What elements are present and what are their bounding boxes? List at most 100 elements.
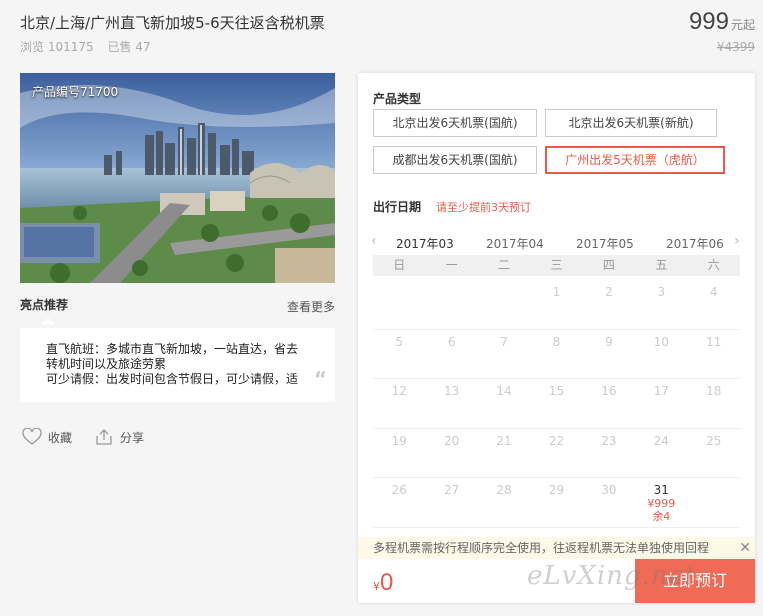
calendar-day [688, 478, 740, 527]
calendar-day: 29 [548, 483, 565, 497]
highlight-line: 转机时间以及旅途劳累 [46, 357, 167, 371]
calendar-week: 5 6 7 8 9 10 11 [373, 330, 740, 379]
calendar-day: 15 [548, 384, 565, 398]
next-month-icon[interactable]: › [734, 233, 740, 249]
month-tab[interactable]: 2017年03 [396, 235, 454, 252]
calendar-day: 9 [605, 334, 613, 349]
calendar-day: 2 [605, 285, 613, 299]
weekday: 日 [393, 258, 406, 272]
product-option[interactable]: 成都出发6天机票(国航) [373, 146, 537, 174]
calendar-day: 11 [706, 334, 722, 349]
view-more-link[interactable]: 查看更多 [287, 298, 335, 315]
calendar-day [373, 280, 425, 329]
view-count: 浏览 101175 [20, 40, 94, 54]
calendar-day: 28 [496, 483, 512, 497]
product-photo[interactable]: 产品编号71700 [20, 73, 335, 283]
highlights-label: 亮点推荐 [20, 298, 69, 312]
price-value: 999 [688, 8, 729, 35]
highlights-box: 直飞航班：多城市直飞新加坡，一站直达，省去 转机时间以及旅途劳累 可少请假：出发… [20, 328, 335, 402]
calendar-day: 25 [706, 433, 722, 448]
share-icon [96, 429, 112, 445]
action-bar: 收藏 分享 [22, 428, 144, 446]
calendar-day: 20 [443, 433, 460, 448]
day-number: 31 [653, 483, 669, 497]
calendar-day: 13 [443, 384, 460, 398]
calendar-week: 26 27 28 29 30 31 ¥999 余4 [373, 478, 740, 528]
product-option[interactable]: 北京出发6天机票(国航) [373, 109, 537, 137]
calendar-day [478, 280, 530, 329]
calendar-day: 5 [395, 334, 404, 349]
calendar-day: 16 [601, 384, 617, 398]
favorite-button[interactable]: 收藏 [22, 428, 72, 446]
product-option-selected[interactable]: 广州出发5天机票（虎航） [545, 146, 725, 174]
share-button[interactable]: 分享 [94, 428, 144, 446]
tooltip-arrow [42, 318, 54, 324]
month-tab[interactable]: 2017年06 [666, 235, 724, 252]
weekday: 三 [550, 258, 563, 272]
product-title: 北京/上海/广州直飞新加坡5-6天往返含税机票 [20, 14, 325, 32]
calendar-week: 1 2 3 4 [373, 280, 740, 330]
weekday: 二 [498, 258, 511, 272]
calendar-grid: 1 2 3 4 5 6 7 8 9 10 11 12 13 14 15 16 1… [373, 280, 740, 528]
notice-text: 多程机票需按行程顺序完全使用，往返程机票无法单独使用回程 [373, 541, 710, 555]
sold-count: 已售 47 [107, 40, 151, 54]
favorite-label: 收藏 [48, 430, 73, 445]
month-tab[interactable]: 2017年05 [576, 235, 634, 252]
calendar-day: 17 [653, 384, 669, 398]
total-currency: ¥ [373, 580, 380, 593]
calendar-day: 7 [500, 334, 508, 349]
highlight-line: 可少请假：出发时间包含节假日，可少请假，适 [46, 372, 299, 386]
calendar-day: 30 [601, 483, 617, 497]
calendar-day: 24 [653, 433, 669, 448]
month-tabs: ‹ 2017年03 2017年04 2017年05 2017年06 › [371, 233, 740, 253]
calendar-day: 3 [657, 285, 666, 299]
calendar-day: 21 [496, 433, 512, 448]
highlights-header: 亮点推荐 查看更多 [20, 296, 335, 324]
quote-icon: “ [313, 367, 327, 391]
calendar-day: 22 [548, 433, 565, 448]
calendar-day: 12 [391, 384, 407, 398]
highlight-line: 直飞航班：多城市直飞新加坡，一站直达，省去 [46, 342, 299, 356]
original-price: ¥4399 [716, 40, 755, 54]
total-amount: 0 [380, 569, 394, 596]
calendar-day: 4 [709, 285, 718, 299]
product-code: 产品编号71700 [32, 85, 119, 99]
total-price: ¥0 [373, 569, 393, 597]
book-now-button[interactable]: 立即预订 [635, 559, 755, 603]
calendar-week: 19 20 21 22 23 24 25 [373, 429, 740, 478]
day-price: ¥999 [647, 497, 676, 510]
singapore-skyline-image [20, 73, 335, 283]
calendar-day: 18 [706, 384, 722, 398]
prev-month-icon[interactable]: ‹ [371, 233, 377, 249]
calendar-day: 8 [552, 334, 561, 349]
calendar-day: 23 [601, 433, 617, 448]
advance-booking-note: 请至少提前3天预订 [436, 201, 531, 214]
ticket-usage-notice: 多程机票需按行程顺序完全使用，往返程机票无法单独使用回程 ✕ [358, 537, 755, 559]
calendar-week: 12 13 14 15 16 17 18 [373, 379, 740, 429]
weekday: 六 [707, 258, 720, 272]
seats-left: 余4 [652, 510, 671, 523]
calendar-day: 1 [552, 285, 561, 299]
month-tab[interactable]: 2017年04 [486, 235, 544, 252]
share-label: 分享 [120, 430, 145, 445]
calendar-day: 27 [443, 483, 460, 497]
weekday: 一 [445, 258, 458, 272]
start-price: 999 元起 [689, 8, 755, 36]
travel-date-label: 出行日期 [373, 200, 422, 214]
product-meta: 浏览 101175 已售 47 [20, 38, 151, 55]
weekday: 四 [602, 258, 615, 272]
calendar-day-available[interactable]: 31 ¥999 余4 [635, 478, 687, 527]
calendar-day: 10 [653, 334, 669, 349]
calendar-day: 6 [447, 334, 456, 349]
calendar-day [425, 280, 477, 329]
heart-icon [22, 428, 42, 445]
booking-panel: 产品类型 北京出发6天机票(国航) 北京出发6天机票(新航) 成都出发6天机票(… [358, 73, 755, 603]
product-type-label: 产品类型 [373, 92, 422, 106]
weekday: 五 [655, 258, 668, 272]
calendar-day: 14 [496, 384, 512, 398]
calendar-day: 26 [391, 483, 407, 497]
price-unit: 元起 [730, 18, 755, 32]
calendar-day: 19 [391, 433, 407, 448]
product-option[interactable]: 北京出发6天机票(新航) [545, 109, 717, 137]
close-icon[interactable]: ✕ [739, 537, 751, 559]
